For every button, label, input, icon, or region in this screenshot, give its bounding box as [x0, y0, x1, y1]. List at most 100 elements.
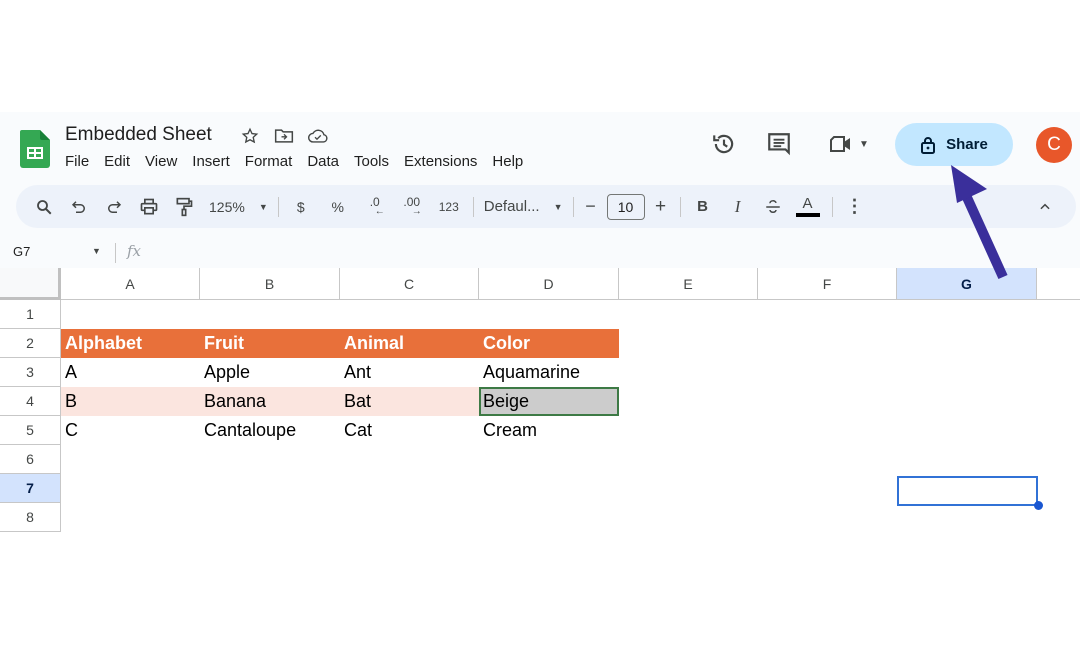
menu-view[interactable]: View: [145, 153, 177, 170]
cell-b4[interactable]: Banana: [200, 387, 266, 416]
search-menus-icon[interactable]: [30, 193, 58, 221]
cell-b3[interactable]: Apple: [200, 358, 250, 387]
font-select[interactable]: Defaul... ▼: [484, 193, 563, 221]
lock-icon: [921, 136, 936, 154]
cell-c5[interactable]: Cat: [340, 416, 372, 445]
active-cell-g7[interactable]: [897, 476, 1038, 506]
strikethrough-button[interactable]: [759, 193, 787, 221]
italic-button[interactable]: I: [724, 193, 752, 221]
text-color-swatch: [795, 212, 820, 217]
zoom-select[interactable]: 125% ▼: [209, 193, 268, 221]
cell-c2[interactable]: Animal: [340, 329, 404, 358]
comments-icon[interactable]: [765, 130, 793, 158]
cell-c3[interactable]: Ant: [340, 358, 371, 387]
zoom-value: 125%: [209, 198, 245, 215]
row-header-5[interactable]: 5: [0, 416, 61, 445]
cell-a5[interactable]: C: [61, 416, 78, 445]
menu-help[interactable]: Help: [492, 153, 523, 170]
cell-b2[interactable]: Fruit: [200, 329, 244, 358]
toolbar-divider: [831, 196, 833, 217]
paint-format-icon[interactable]: [170, 193, 198, 221]
column-header-next[interactable]: [1037, 268, 1080, 300]
menu-tools[interactable]: Tools: [354, 153, 389, 170]
cell-d3[interactable]: Aquamarine: [479, 358, 580, 387]
row-header-2[interactable]: 2: [0, 329, 61, 358]
undo-icon[interactable]: [65, 193, 93, 221]
font-dropdown-caret-icon: ▼: [553, 201, 563, 212]
redo-icon[interactable]: [100, 193, 128, 221]
menu-edit[interactable]: Edit: [104, 153, 130, 170]
menu-file[interactable]: File: [65, 153, 89, 170]
cell-d5[interactable]: Cream: [479, 416, 537, 445]
format-currency-button[interactable]: $: [287, 193, 315, 221]
sheet-grid: A B C D E F G 1 2 3 4 5 6 7 8 Alphabet F…: [0, 268, 1080, 542]
formula-divider: [115, 243, 116, 263]
print-icon[interactable]: [135, 193, 163, 221]
increase-font-size-button[interactable]: +: [652, 193, 670, 221]
column-header-f[interactable]: F: [758, 268, 897, 300]
text-color-label: A: [802, 194, 813, 212]
decrease-font-size-button[interactable]: −: [582, 193, 600, 221]
sheets-logo-icon[interactable]: [20, 130, 50, 168]
row-header-3[interactable]: 3: [0, 358, 61, 387]
toolbar-divider: [277, 196, 279, 217]
column-header-a[interactable]: A: [61, 268, 200, 300]
fill-handle[interactable]: [1034, 501, 1043, 510]
select-all-corner[interactable]: [0, 268, 61, 300]
row-header-1[interactable]: 1: [0, 300, 61, 329]
cell-c4[interactable]: Bat: [340, 387, 371, 416]
cell-a4[interactable]: B: [61, 387, 77, 416]
decrease-decimal-label: .0: [369, 194, 380, 209]
annotation-arrow-icon: [951, 165, 1008, 280]
increase-decimal-label: .00: [403, 194, 421, 209]
toolbar-divider: [679, 196, 681, 217]
more-formats-button[interactable]: 123: [435, 193, 463, 221]
cell-b5[interactable]: Cantaloupe: [200, 416, 296, 445]
menu-format[interactable]: Format: [245, 153, 293, 170]
cloud-saved-icon[interactable]: [306, 125, 330, 147]
cell-d4[interactable]: Beige: [479, 387, 529, 416]
menu-data[interactable]: Data: [307, 153, 339, 170]
menu-bar: File Edit View Insert Format Data Tools …: [65, 153, 538, 170]
meet-video-icon[interactable]: [827, 130, 855, 158]
share-label: Share: [946, 136, 988, 153]
cell-d2[interactable]: Color: [479, 329, 530, 358]
menu-insert[interactable]: Insert: [192, 153, 230, 170]
menu-extensions[interactable]: Extensions: [404, 153, 477, 170]
meet-dropdown-caret-icon[interactable]: ▼: [859, 139, 869, 150]
sheets-app: Embedded Sheet File Edit View Insert For…: [0, 112, 1080, 542]
font-size-input[interactable]: 10: [606, 193, 645, 220]
name-box-caret-icon[interactable]: ▼: [92, 246, 101, 256]
version-history-icon[interactable]: [710, 130, 738, 158]
document-title[interactable]: Embedded Sheet: [65, 124, 212, 146]
star-icon[interactable]: [238, 125, 262, 147]
account-avatar[interactable]: C: [1036, 127, 1072, 163]
decrease-decimal-button[interactable]: .0 ←: [361, 193, 389, 221]
column-header-e[interactable]: E: [619, 268, 758, 300]
formula-input[interactable]: [160, 242, 1060, 264]
cell-a2[interactable]: Alphabet: [61, 329, 142, 358]
row-header-7[interactable]: 7: [0, 474, 61, 503]
row-header-8[interactable]: 8: [0, 503, 61, 532]
text-color-button[interactable]: A: [794, 193, 822, 221]
toolbar: 125% ▼ $ % .0 ← .00 → 123 Defaul... ▼ − …: [16, 185, 1076, 228]
toolbar-divider: [572, 196, 574, 217]
fx-icon: fx: [127, 242, 142, 260]
row-header-6[interactable]: 6: [0, 445, 61, 474]
more-options-icon[interactable]: ⋮: [841, 193, 869, 221]
zoom-dropdown-caret-icon: ▼: [258, 201, 268, 212]
arrow-left-icon: ←: [374, 205, 385, 217]
formula-bar: G7 ▼ fx: [0, 238, 1080, 268]
increase-decimal-button[interactable]: .00 →: [398, 193, 426, 221]
row-header-4[interactable]: 4: [0, 387, 61, 416]
collapse-toolbar-icon[interactable]: [1031, 193, 1059, 221]
cell-a3[interactable]: A: [61, 358, 77, 387]
name-box[interactable]: G7: [13, 244, 30, 259]
column-header-d[interactable]: D: [479, 268, 619, 300]
move-to-folder-icon[interactable]: [272, 125, 296, 147]
format-percent-button[interactable]: %: [324, 193, 352, 221]
bold-button[interactable]: B: [689, 193, 717, 221]
column-header-b[interactable]: B: [200, 268, 340, 300]
toolbar-divider: [472, 196, 474, 217]
column-header-c[interactable]: C: [340, 268, 479, 300]
